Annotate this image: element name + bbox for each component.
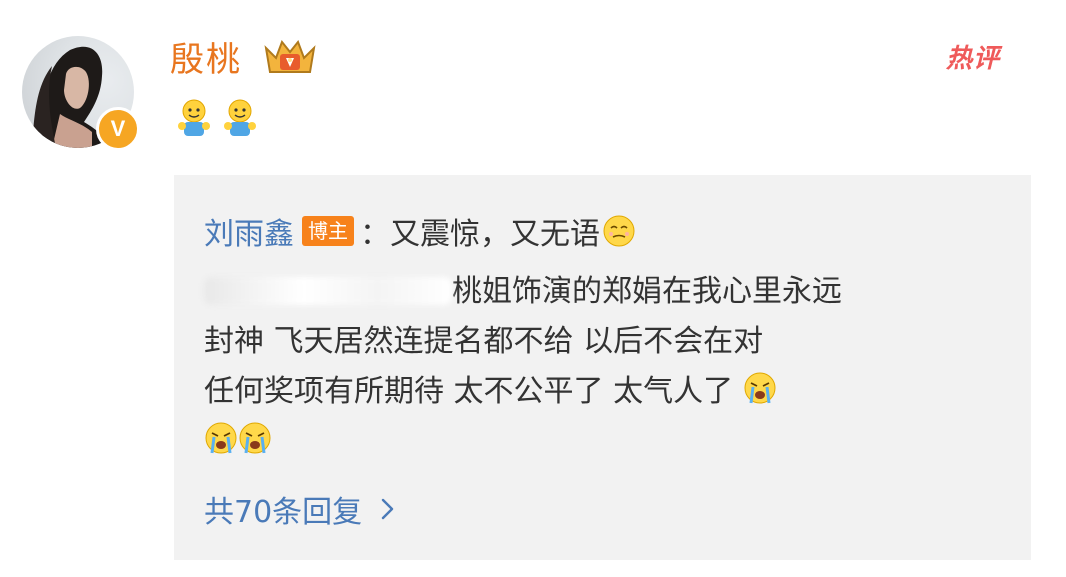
hot-comment-badge: 热评 [946,44,1001,74]
post-emoji-row [174,98,260,140]
blurred-username [204,277,452,305]
reply-body: 桃姐饰演的郑娟在我心里永远 封神 飞天居然连提名都不给 以后不会在对 任何奖项有… [204,267,964,467]
blogger-tag: 博主 [302,216,354,246]
vip-crown-icon [264,40,316,73]
more-replies-link[interactable]: 共70条回复 [204,487,396,531]
reply-short-text: 又震惊，又无语 [390,217,600,252]
author-name[interactable]: 殷桃 [170,32,242,81]
reply-header: 刘雨鑫 博主 ： 又震惊，又无语 [204,209,636,253]
reply-colon: ： [360,217,390,252]
chevron-right-icon [381,498,394,520]
hug-figure-icon [178,99,210,136]
weibo-comment-card: V 殷桃 热评 刘雨鑫 博主 ： 又震惊，又无语 桃姐饰演的郑娟在我心里永远 封… [0,0,1066,577]
verified-badge: V [96,107,140,151]
hug-figure-icon [224,99,256,136]
speechless-face-icon [603,215,635,247]
reply-panel[interactable]: 刘雨鑫 博主 ： 又震惊，又无语 桃姐饰演的郑娟在我心里永远 封神 飞天居然连提… [174,175,1031,560]
crying-face-icon [744,372,776,404]
crying-face-icon [239,422,271,454]
more-replies-label: 共70条回复 [204,495,363,530]
reply-body-line1: 桃姐饰演的郑娟在我心里永远 [452,274,842,309]
reply-body-line3: 任何奖项有所期待 太不公平了 太气人了 [204,374,734,409]
replier-name[interactable]: 刘雨鑫 [204,209,294,253]
reply-body-line2: 封神 飞天居然连提名都不给 以后不会在对 [204,324,764,359]
crying-face-icon [205,422,237,454]
